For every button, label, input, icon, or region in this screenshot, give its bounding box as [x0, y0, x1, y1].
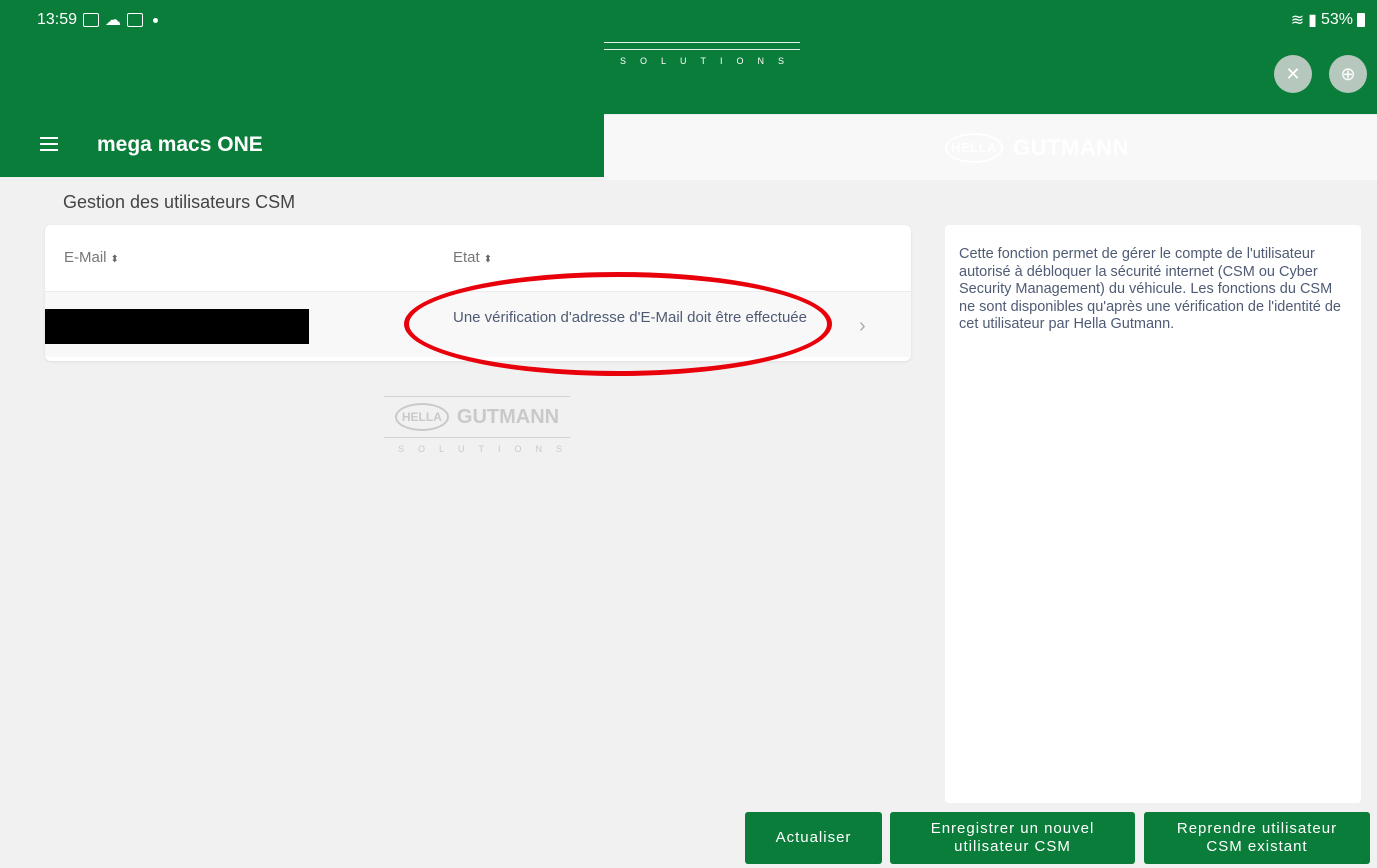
battery-icon — [1357, 13, 1365, 27]
gallery-icon — [83, 13, 100, 27]
watermark-brand: GUTMANN — [456, 405, 560, 428]
battery-level: 53% — [1320, 11, 1353, 28]
watermark-logo: HELLA GUTMANN SOLUTIONS — [384, 396, 570, 454]
globe-icon: ⊕ — [1340, 63, 1356, 84]
register-new-user-button[interactable]: Enregistrer un nouvel utilisateur CSM — [890, 812, 1135, 864]
info-panel: Cette fonction permet de gérer le compte… — [945, 225, 1361, 803]
watermark-badge: HELLA — [394, 403, 449, 431]
sort-icon: ⬍ — [110, 254, 119, 265]
more-notifications-icon — [153, 17, 159, 23]
column-header-state[interactable]: Etat ⬍ — [453, 249, 492, 266]
signal-icon: ▮ — [1308, 12, 1317, 29]
wifi-icon: ≋ — [1290, 12, 1305, 29]
logo-brand: GUTMANN — [1013, 134, 1129, 160]
hella-gutmann-logo: HELLA GUTMANN SOLUTIONS — [604, 42, 1377, 180]
language-button[interactable]: ⊕ — [1329, 55, 1367, 93]
status-bar: 13:59 ☁ — [37, 10, 159, 30]
status-time: 13:59 — [37, 11, 78, 28]
refresh-button[interactable]: Actualiser — [745, 812, 882, 864]
app-header: 13:59 ☁ ≋ ▮ 53% HELLA GUTMANN SOLUTIONS … — [0, 0, 1377, 180]
watermark-subtitle: SOLUTIONS — [398, 444, 577, 454]
cloud-icon: ☁ — [105, 12, 122, 29]
status-bar-right: ≋ ▮ 53% — [1291, 10, 1365, 30]
info-text: Cette fonction permet de gérer le compte… — [959, 246, 1341, 332]
bluetooth-button[interactable]: ✕ — [1274, 55, 1312, 93]
sort-icon: ⬍ — [483, 254, 493, 265]
red-annotation-ellipse — [404, 272, 832, 376]
app-title: mega macs ONE — [97, 133, 263, 156]
hella-badge: HELLA — [945, 132, 1004, 163]
logo-subtitle: SOLUTIONS — [619, 56, 798, 66]
resume-existing-user-button[interactable]: Reprendre utilisateur CSM existant — [1144, 812, 1370, 864]
hamburger-menu-icon[interactable] — [40, 137, 58, 151]
bluetooth-off-icon: ✕ — [1285, 63, 1301, 84]
redacted-email — [45, 309, 309, 344]
page-title: Gestion des utilisateurs CSM — [63, 192, 296, 212]
column-header-email[interactable]: E-Mail ⬍ — [64, 249, 119, 266]
chevron-right-icon: › — [859, 315, 866, 337]
notification-icon — [127, 13, 144, 27]
